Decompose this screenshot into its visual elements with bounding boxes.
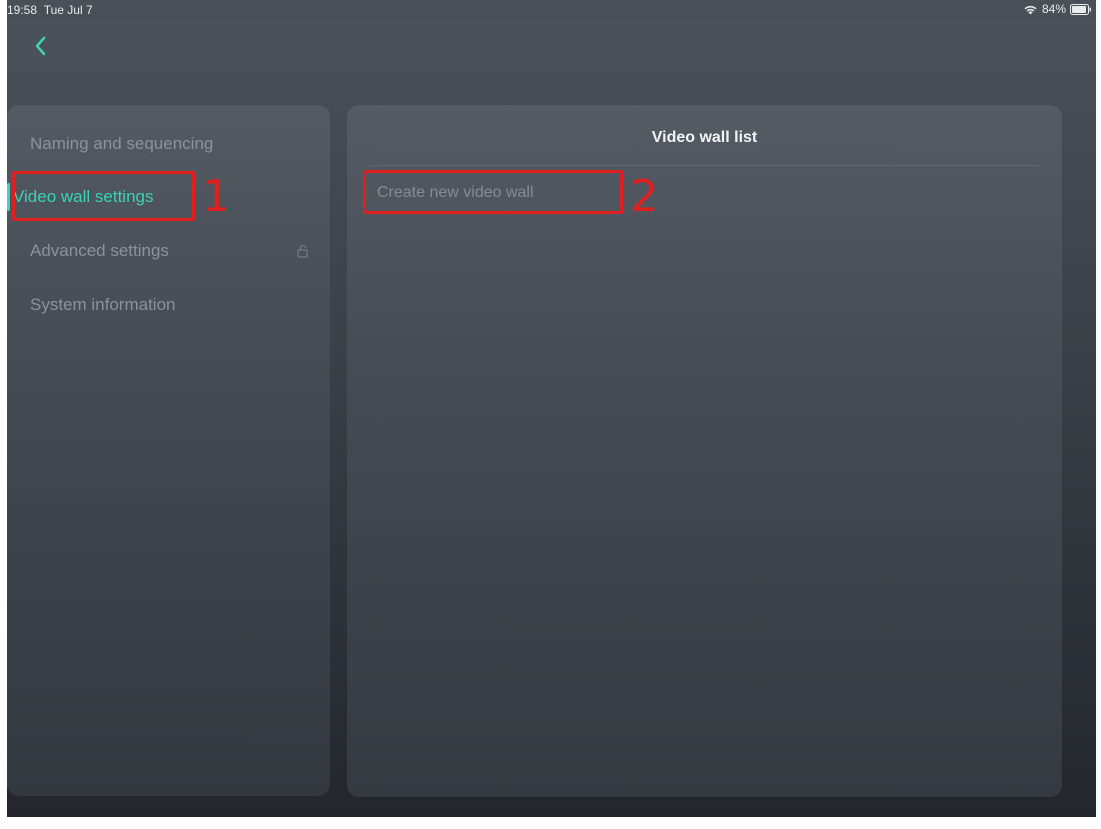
status-clock: 19:58 (7, 3, 38, 17)
status-time: 19:58 Tue Jul 7 (7, 3, 93, 17)
navigation-bar (7, 20, 1096, 73)
sidebar-item-system[interactable]: System information (7, 279, 330, 331)
wifi-icon (1024, 5, 1037, 15)
annotation-number-2: 2 (630, 171, 658, 222)
annotation-box-2 (363, 170, 623, 214)
annotation-number-1: 1 (202, 171, 230, 222)
battery-percent: 84% (1041, 2, 1066, 16)
panel-divider (370, 165, 1039, 166)
sidebar-item-label: Advanced settings (30, 241, 169, 260)
sidebar-item-advanced[interactable]: Advanced settings (7, 225, 330, 277)
chevron-left-icon[interactable] (29, 32, 53, 60)
active-indicator (7, 183, 10, 211)
status-bar: 19:58 Tue Jul 7 84% (7, 0, 1096, 20)
battery-icon (1070, 3, 1091, 15)
sidebar-item-naming[interactable]: Naming and sequencing (7, 118, 330, 170)
status-indicators: 84% (1023, 2, 1092, 16)
panel-title: Video wall list (651, 129, 758, 146)
sidebar-item-label: System information (30, 295, 176, 314)
lock-icon (297, 245, 308, 258)
app-screen: 19:58 Tue Jul 7 84% Naming and sequencin… (7, 0, 1096, 817)
annotation-box-1 (12, 171, 195, 221)
status-date: Tue Jul 7 (43, 3, 93, 17)
sidebar-item-label: Naming and sequencing (30, 134, 214, 153)
